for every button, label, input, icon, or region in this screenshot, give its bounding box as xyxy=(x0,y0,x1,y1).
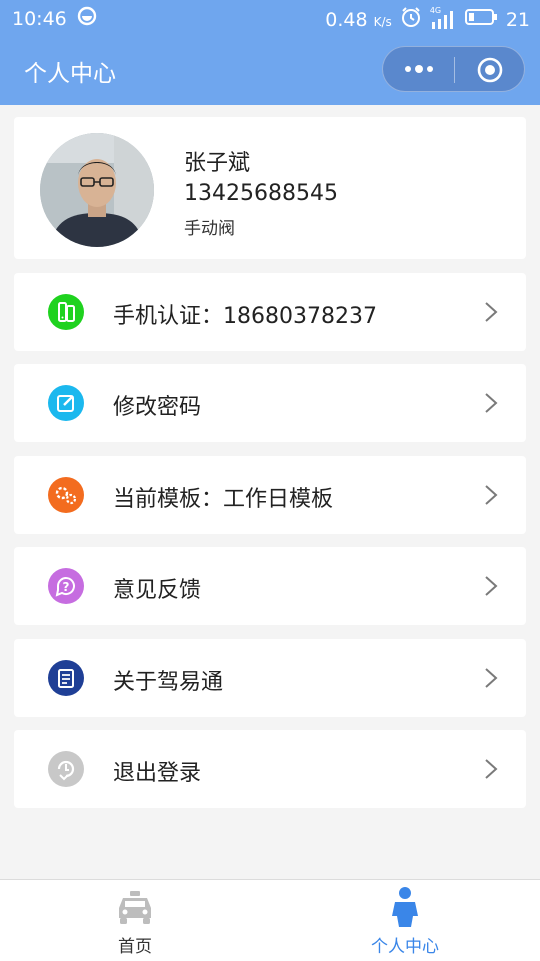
menu-item-label: 修改密码 xyxy=(113,395,202,420)
svg-text:?: ? xyxy=(63,580,70,594)
target-circle-icon[interactable] xyxy=(476,56,504,84)
logout-icon xyxy=(48,751,84,787)
battery-icon xyxy=(464,8,498,31)
gears-icon xyxy=(48,477,84,513)
feedback-icon: ? xyxy=(48,568,84,604)
weibo-icon xyxy=(77,6,97,31)
menu-item-about[interactable]: 关于驾易通 xyxy=(14,639,526,717)
menu-item-label: 当前模板：工作日模板 xyxy=(113,487,334,512)
chevron-right-icon xyxy=(484,575,498,597)
menu-item-logout[interactable]: 退出登录 xyxy=(14,730,526,808)
nav-bar: 个人中心 xyxy=(0,34,540,105)
battery-level: 21 xyxy=(505,8,530,31)
chevron-right-icon xyxy=(484,667,498,689)
net-speed: 0.48 K/s xyxy=(325,8,392,31)
user-phone: 13425688545 xyxy=(184,181,338,206)
phone-verify-icon xyxy=(48,294,84,330)
tab-label: 首页 xyxy=(118,937,152,957)
status-time: 10:46 xyxy=(12,7,67,30)
profile-card: 张子斌 13425688545 手动阀 xyxy=(14,117,526,259)
more-dots-icon[interactable] xyxy=(399,55,439,83)
chevron-right-icon xyxy=(484,392,498,414)
tab-bar: 首页 个人中心 xyxy=(0,879,540,961)
alarm-icon xyxy=(400,6,422,33)
about-icon xyxy=(48,660,84,696)
edit-icon xyxy=(48,385,84,421)
capsule-divider xyxy=(454,57,455,83)
menu-item-current-template[interactable]: 当前模板：工作日模板 xyxy=(14,456,526,534)
mini-program-capsule xyxy=(382,46,525,92)
menu-item-label: 关于驾易通 xyxy=(113,670,224,695)
chevron-right-icon xyxy=(484,758,498,780)
menu-item-label: 意见反馈 xyxy=(113,578,202,603)
chevron-right-icon xyxy=(484,484,498,506)
menu-item-label: 退出登录 xyxy=(113,761,202,786)
avatar xyxy=(40,133,154,247)
signal-icon: 4G xyxy=(430,6,456,30)
tab-home[interactable]: 首页 xyxy=(0,880,270,961)
tab-label: 个人中心 xyxy=(371,937,439,957)
menu-item-feedback[interactable]: ? 意见反馈 xyxy=(14,547,526,625)
page-title: 个人中心 xyxy=(24,61,116,87)
tab-personal-center[interactable]: 个人中心 xyxy=(270,880,540,961)
menu-item-phone-verify[interactable]: 手机认证：18680378237 xyxy=(14,273,526,351)
status-bar: 10:46 0.48 K/s 4G 21 xyxy=(0,0,540,34)
user-valve-type: 手动阀 xyxy=(184,219,235,239)
person-icon xyxy=(390,886,420,928)
chevron-right-icon xyxy=(484,301,498,323)
car-icon xyxy=(115,890,155,926)
menu-item-change-password[interactable]: 修改密码 xyxy=(14,364,526,442)
user-name: 张子斌 xyxy=(184,151,251,176)
menu-item-label: 手机认证：18680378237 xyxy=(113,304,377,329)
